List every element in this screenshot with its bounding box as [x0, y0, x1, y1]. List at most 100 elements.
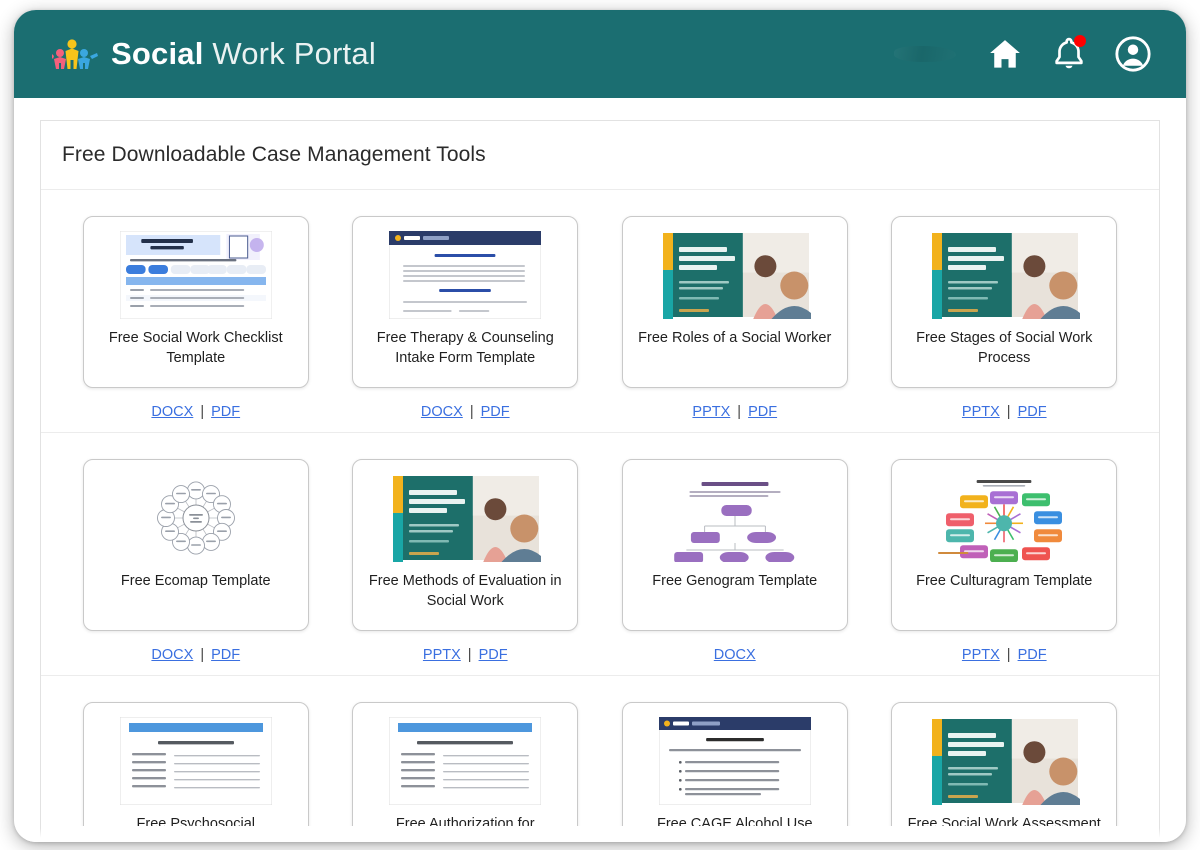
- tool-cell: Free Therapy & Counseling Intake Form Te…: [331, 204, 601, 420]
- tool-card-label: Free Psychosocial: [136, 816, 255, 826]
- tool-card[interactable]: Free Authorization for: [352, 702, 579, 826]
- tools-row-cards: Free Social Work Checklist Template DOCX |…: [41, 190, 1159, 420]
- checklist-doc-thumbnail: [119, 231, 272, 319]
- notifications-bell-icon[interactable]: [1050, 35, 1088, 73]
- browser-window: Social Work Portal Free Downloadable Cas…: [14, 10, 1186, 842]
- authorization-doc-thumbnail: [389, 717, 542, 805]
- link-separator: |: [200, 404, 205, 420]
- tool-card-label: Free Culturagram Template: [916, 573, 1093, 589]
- brand[interactable]: Social Work Portal: [52, 36, 376, 72]
- tools-row: Free Ecomap Template DOCX | PDF Free Methods…: [41, 433, 1159, 663]
- download-links: PPTX | PDF: [962, 647, 1047, 663]
- tool-card[interactable]: Free Genogram Template: [621, 459, 848, 631]
- tools-row-cards: Free Psychosocial Free Authorization for F…: [41, 676, 1159, 826]
- genogram-diagram-thumbnail: [658, 474, 811, 562]
- screenshot-root: Social Work Portal Free Downloadable Cas…: [0, 0, 1200, 850]
- home-icon[interactable]: [986, 35, 1024, 73]
- tools-row: Free Psychosocial Free Authorization for F…: [41, 676, 1159, 826]
- tool-cell: Free Authorization for: [331, 690, 601, 826]
- tool-cell: Free Stages of Social Work Process PPTX | P…: [870, 204, 1140, 420]
- download-link-pptx[interactable]: PPTX: [423, 647, 461, 663]
- page-content: Free Downloadable Case Management Tools …: [14, 98, 1186, 842]
- link-separator: |: [200, 647, 205, 663]
- download-links: PPTX | PDF: [962, 404, 1047, 420]
- tool-card-label: Free Ecomap Template: [120, 573, 271, 589]
- ecomap-diagram-thumbnail: [119, 474, 272, 562]
- download-link-pdf[interactable]: PDF: [481, 404, 510, 420]
- download-link-pdf[interactable]: PDF: [1018, 404, 1047, 420]
- tool-cell: Free Psychosocial: [61, 690, 331, 826]
- download-links: DOCX | PDF: [421, 404, 510, 420]
- tool-cell: Free Social Work Assessment: [870, 690, 1140, 826]
- tool-cell: Free Roles of a Social Worker PPTX | PDF: [600, 204, 870, 420]
- tool-card[interactable]: Free Culturagram Template: [891, 459, 1118, 631]
- tool-card-label: Free CAGE Alcohol Use: [656, 816, 813, 826]
- roles-slide-thumbnail: [658, 231, 811, 319]
- download-link-pdf[interactable]: PDF: [479, 647, 508, 663]
- tool-card-label: Free Methods of Evaluation in Social Wor…: [368, 573, 562, 609]
- tool-card[interactable]: Free Ecomap Template: [82, 459, 309, 631]
- download-links: DOCX | PDF: [151, 404, 240, 420]
- tool-card-label: Free Genogram Template: [652, 573, 818, 589]
- download-link-docx[interactable]: DOCX: [151, 404, 193, 420]
- download-link-pptx[interactable]: PPTX: [692, 404, 730, 420]
- download-link-pptx[interactable]: PPTX: [962, 647, 1000, 663]
- account-circle-icon[interactable]: [1114, 35, 1152, 73]
- download-links: DOCX | PDF: [151, 647, 240, 663]
- download-link-pdf[interactable]: PDF: [748, 404, 777, 420]
- tools-grid: Free Social Work Checklist Template DOCX |…: [41, 190, 1159, 826]
- stages-slide-thumbnail: [928, 231, 1081, 319]
- download-link-pdf[interactable]: PDF: [211, 647, 240, 663]
- tool-card-label: Free Roles of a Social Worker: [638, 330, 832, 346]
- tools-panel: Free Downloadable Case Management Tools …: [40, 120, 1160, 842]
- download-link-docx[interactable]: DOCX: [421, 404, 463, 420]
- tool-cell: Free Culturagram Template PPTX | PDF: [870, 447, 1140, 663]
- tool-card[interactable]: Free CAGE Alcohol Use: [621, 702, 848, 826]
- assessment-slide-thumbnail: [928, 717, 1081, 805]
- culturagram-diagram-thumbnail: [928, 474, 1081, 562]
- download-link-docx[interactable]: DOCX: [714, 647, 756, 663]
- download-links: PPTX | PDF: [423, 647, 508, 663]
- link-separator: |: [1006, 647, 1011, 663]
- tool-card[interactable]: Free Psychosocial: [82, 702, 309, 826]
- psychosocial-doc-thumbnail: [119, 717, 272, 805]
- link-separator: |: [469, 404, 474, 420]
- tool-cell: Free Ecomap Template DOCX | PDF: [61, 447, 331, 663]
- link-separator: |: [1006, 404, 1011, 420]
- notification-badge: [1074, 35, 1086, 47]
- tool-card-label: Free Social Work Assessment: [907, 816, 1101, 826]
- download-links: DOCX: [714, 647, 756, 663]
- tool-card[interactable]: Free Roles of a Social Worker: [621, 216, 848, 388]
- tool-card-label: Free Stages of Social Work Process: [916, 330, 1093, 366]
- page-title: Free Downloadable Case Management Tools: [41, 121, 1159, 190]
- tool-card[interactable]: Free Therapy & Counseling Intake Form Te…: [352, 216, 579, 388]
- tool-cell: Free CAGE Alcohol Use: [600, 690, 870, 826]
- tool-card[interactable]: Free Social Work Checklist Template: [82, 216, 309, 388]
- tool-card-label: Free Authorization for: [395, 816, 535, 826]
- tool-cell: Free Methods of Evaluation in Social Wor…: [331, 447, 601, 663]
- download-link-pdf[interactable]: PDF: [1018, 647, 1047, 663]
- people-group-logo-icon: [52, 37, 100, 71]
- cursor-artifact: [894, 46, 956, 62]
- download-link-pptx[interactable]: PPTX: [962, 404, 1000, 420]
- app-header: Social Work Portal: [14, 10, 1186, 98]
- brand-title-light: Work Portal: [203, 36, 376, 71]
- download-link-pdf[interactable]: PDF: [211, 404, 240, 420]
- header-actions: [894, 35, 1152, 73]
- link-separator: |: [737, 404, 742, 420]
- download-link-docx[interactable]: DOCX: [151, 647, 193, 663]
- brand-title: Social Work Portal: [111, 36, 376, 72]
- cage-doc-thumbnail: [658, 717, 811, 805]
- tool-card[interactable]: Free Methods of Evaluation in Social Wor…: [352, 459, 579, 631]
- tool-card-label: Free Social Work Checklist Template: [108, 330, 283, 366]
- tools-row-cards: Free Ecomap Template DOCX | PDF Free Methods…: [41, 433, 1159, 663]
- tool-card[interactable]: Free Social Work Assessment: [891, 702, 1118, 826]
- brand-title-strong: Social: [111, 36, 204, 71]
- tool-card-label: Free Therapy & Counseling Intake Form Te…: [376, 330, 554, 366]
- tools-row: Free Social Work Checklist Template DOCX |…: [41, 190, 1159, 420]
- intake-form-doc-thumbnail: [389, 231, 542, 319]
- download-links: PPTX | PDF: [692, 404, 777, 420]
- link-separator: |: [467, 647, 472, 663]
- tool-card[interactable]: Free Stages of Social Work Process: [891, 216, 1118, 388]
- methods-slide-thumbnail: [389, 474, 542, 562]
